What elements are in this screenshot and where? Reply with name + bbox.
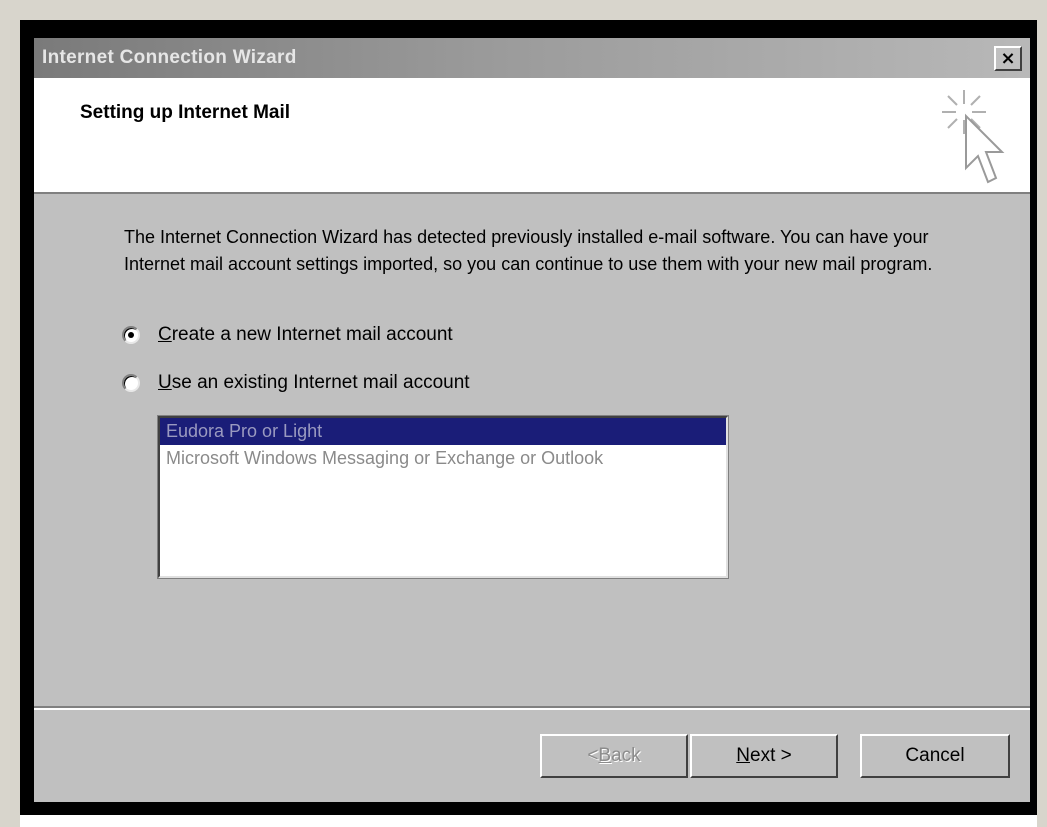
option-create-new[interactable]: Create a new Internet mail account — [122, 322, 453, 348]
wizard-dialog: Internet Connection Wizard × Setting up … — [34, 38, 1030, 802]
list-item[interactable]: Microsoft Windows Messaging or Exchange … — [160, 445, 726, 472]
next-button-rest: ext > — [750, 745, 792, 766]
back-button-pre: < — [587, 745, 599, 766]
option-use-existing-label: Use an existing Internet mail account — [158, 372, 470, 394]
title-bar[interactable]: Internet Connection Wizard × — [34, 38, 1030, 78]
mail-program-list[interactable]: Eudora Pro or Light Microsoft Windows Me… — [157, 415, 729, 579]
footer-divider — [34, 706, 1030, 710]
radio-create-new[interactable] — [122, 326, 140, 344]
back-button-accel: B — [598, 745, 612, 766]
close-icon: × — [1000, 47, 1016, 69]
page-title: Setting up Internet Mail — [80, 102, 291, 123]
window-title: Internet Connection Wizard — [42, 47, 297, 68]
next-button[interactable]: Next > — [690, 734, 838, 778]
accel-create: C — [158, 324, 172, 345]
cancel-button[interactable]: Cancel — [860, 734, 1010, 778]
accel-use: U — [158, 372, 172, 393]
option-use-existing[interactable]: Use an existing Internet mail account — [122, 370, 470, 396]
list-item[interactable]: Eudora Pro or Light — [160, 418, 726, 445]
back-button[interactable]: < Back — [540, 734, 688, 778]
frame-bottom-edge — [20, 815, 1037, 827]
back-button-rest: ack — [611, 745, 641, 766]
radio-use-existing[interactable] — [122, 374, 140, 392]
description-text: The Internet Connection Wizard has detec… — [124, 227, 933, 274]
wizard-pointer-icon — [942, 90, 1005, 184]
close-button[interactable]: × — [994, 46, 1022, 71]
option-create-new-label: Create a new Internet mail account — [158, 324, 453, 346]
option-use-existing-text: se an existing Internet mail account — [171, 372, 470, 393]
wizard-header: Setting up Internet Mail — [34, 78, 1030, 194]
next-button-accel: N — [736, 745, 750, 766]
option-create-new-text: reate a new Internet mail account — [171, 324, 453, 345]
